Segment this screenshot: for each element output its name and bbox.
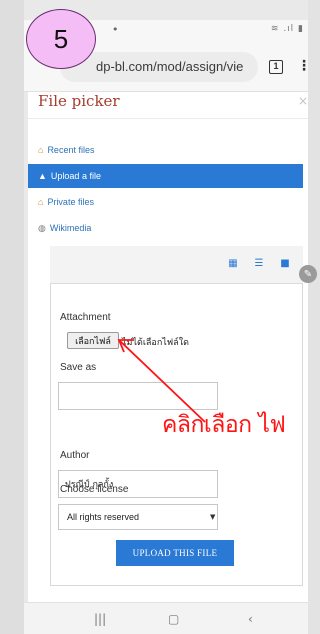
kebab-menu-icon[interactable]: ⋮ bbox=[297, 57, 311, 75]
grid-view-icon[interactable]: ▦ bbox=[226, 257, 240, 270]
status-notification-icon: • bbox=[112, 23, 119, 36]
tab-switcher-button[interactable]: 1 bbox=[269, 60, 283, 74]
recent-apps-icon[interactable]: ||| bbox=[94, 612, 106, 626]
recent-files-icon: ⌂ bbox=[38, 145, 44, 155]
author-label: Author bbox=[60, 450, 90, 461]
save-as-input[interactable] bbox=[58, 382, 218, 410]
phone-bezel-left bbox=[0, 0, 24, 634]
back-icon[interactable]: ‹ bbox=[248, 612, 253, 626]
edit-pencil-icon[interactable]: ✎ bbox=[299, 265, 317, 283]
nav-item-upload-a-file[interactable]: ▲ Upload a file bbox=[28, 164, 303, 188]
attachment-label: Attachment bbox=[60, 312, 111, 323]
signal-battery-icons: ≋ .ıl ▮ bbox=[270, 24, 304, 34]
nav-item-wikimedia[interactable]: ◍ Wikimedia bbox=[38, 217, 91, 239]
license-label: Choose license bbox=[60, 484, 129, 495]
phone-bezel-right bbox=[308, 0, 320, 634]
private-files-icon: ⌂ bbox=[38, 197, 44, 207]
close-icon[interactable]: × bbox=[298, 94, 308, 108]
nav-item-label: Recent files bbox=[47, 145, 95, 155]
choose-file-button[interactable]: เลือกไฟล์ bbox=[67, 332, 119, 349]
nav-item-label: Wikimedia bbox=[49, 223, 92, 233]
annotation-text: คลิกเลือก ไฟ bbox=[162, 412, 286, 438]
title-divider bbox=[28, 118, 308, 119]
chevron-down-icon: ▼ bbox=[210, 513, 216, 521]
android-nav-bar bbox=[24, 602, 308, 634]
no-file-selected-text: ไม่ได้เลือกไฟล์ใด bbox=[122, 338, 189, 348]
nav-item-recent-files[interactable]: ⌂ Recent files bbox=[38, 139, 94, 161]
license-select[interactable]: All rights reserved bbox=[58, 504, 218, 530]
url-text[interactable]: dp-bl.com/mod/assign/vie bbox=[96, 59, 243, 74]
nav-item-label: Upload a file bbox=[50, 171, 101, 181]
upload-this-file-button[interactable]: UPLOAD THIS FILE bbox=[116, 540, 234, 566]
save-as-label: Save as bbox=[60, 362, 97, 373]
list-view-icon[interactable]: ☰ bbox=[252, 257, 266, 270]
wikimedia-icon: ◍ bbox=[38, 222, 46, 233]
folder-view-icon[interactable]: ■ bbox=[278, 257, 292, 270]
file-picker-title: File picker bbox=[38, 92, 120, 110]
step-number-badge: 5 bbox=[26, 9, 96, 69]
upload-icon: ▲ bbox=[38, 171, 47, 181]
nav-item-label: Private files bbox=[47, 197, 94, 207]
home-icon[interactable]: ▢ bbox=[168, 612, 179, 626]
nav-item-private-files[interactable]: ⌂ Private files bbox=[38, 191, 94, 213]
